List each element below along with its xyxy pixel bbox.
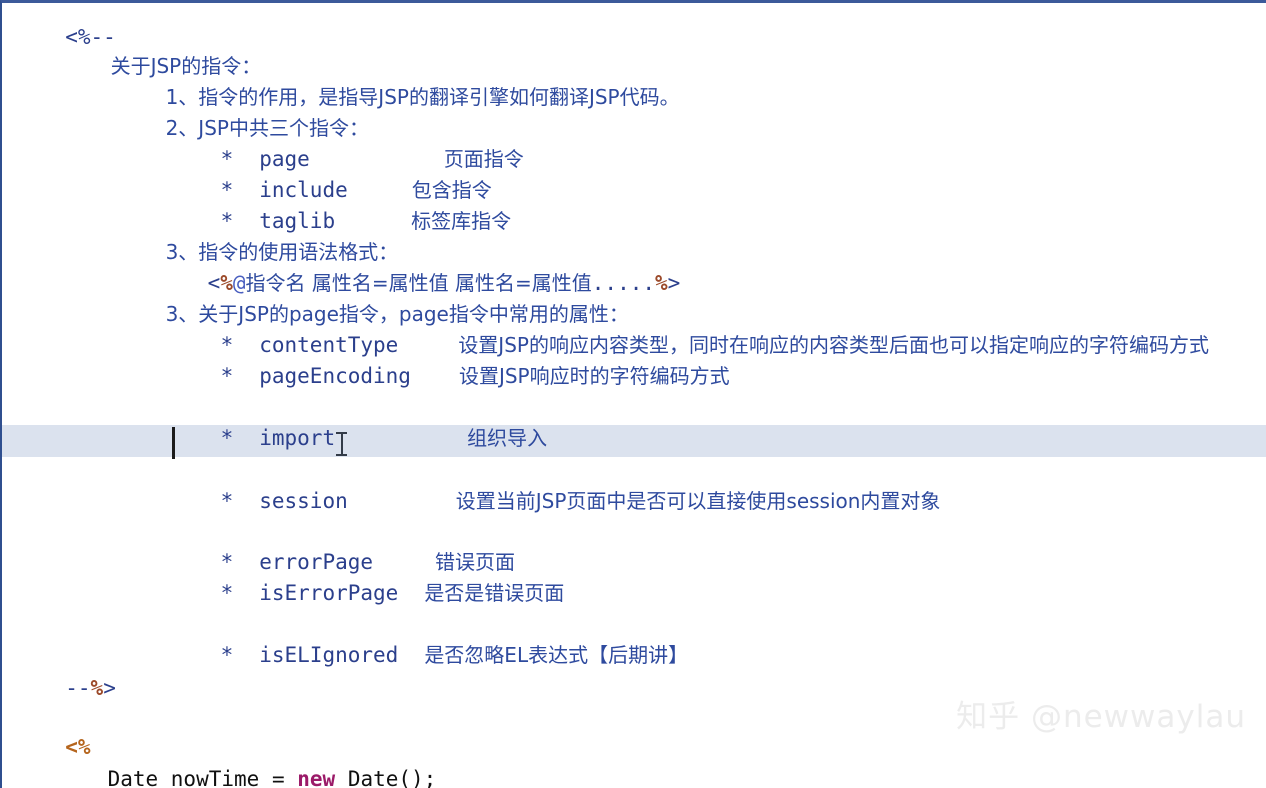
- code-line-syntax-sample[interactable]: <%@指令名 属性名=属性值 属性名=属性值.....%>: [2, 237, 1266, 295]
- code-line-blank[interactable]: [2, 361, 1266, 392]
- code-line-comment-open[interactable]: <%--: [2, 3, 1266, 49]
- ibeam-stem: [341, 434, 343, 454]
- code-line-date-declaration[interactable]: Date nowTime = new Date();: [2, 733, 1266, 788]
- code-line-item-3b[interactable]: 3、关于JSP的page指令，page指令中常用的属性：: [2, 268, 1266, 326]
- code-line-attr-pageencoding[interactable]: * pageEncoding 设置JSP响应时的字符编码方式: [2, 330, 1266, 388]
- code-line-scriptlet-close[interactable]: %>: [2, 763, 1266, 788]
- code-line-title[interactable]: 关于JSP的指令：: [2, 20, 1266, 78]
- code-line-blank[interactable]: [2, 486, 1266, 517]
- code-line-directive-include[interactable]: * include 包含指令: [2, 144, 1266, 202]
- code-line-attr-errorpage[interactable]: * errorPage 错误页面: [2, 516, 1266, 574]
- code-editor-viewport[interactable]: <%-- 关于JSP的指令： 1、指令的作用，是指导JSP的翻译引擎如何翻译JS…: [0, 0, 1266, 788]
- code-line-item-2[interactable]: 2、JSP中共三个指令：: [2, 82, 1266, 140]
- code-line-comment-close[interactable]: --%>: [2, 642, 1266, 700]
- i-beam-text-cursor-icon: [336, 431, 347, 457]
- code-line-directive-taglib[interactable]: * taglib 标签库指令: [2, 175, 1266, 233]
- code-line-item-3[interactable]: 3、指令的使用语法格式：: [2, 206, 1266, 264]
- text-caret: [172, 427, 175, 459]
- code-line-attr-iserrorpage[interactable]: * isErrorPage 是否是错误页面: [2, 547, 1266, 605]
- watermark-text: 知乎 @newwaylau: [956, 699, 1246, 735]
- code-line-attr-iselignored[interactable]: * isELIgnored 是否忽略EL表达式【后期讲】: [2, 609, 1266, 667]
- code-line-item-1[interactable]: 1、指令的作用，是指导JSP的翻译引擎如何翻译JSP代码。: [2, 51, 1266, 109]
- code-line-blank[interactable]: [2, 578, 1266, 609]
- ibeam-bottom-bar: [336, 454, 347, 456]
- code-line-current-blank[interactable]: [2, 424, 1266, 455]
- code-line-attr-session[interactable]: * session 设置当前JSP页面中是否可以直接使用session内置对象: [2, 455, 1266, 513]
- code-line-attr-import[interactable]: * import 组织导入: [2, 392, 1266, 450]
- code-line-directive-page[interactable]: * page 页面指令: [2, 113, 1266, 171]
- code-line-attr-contenttype[interactable]: * contentType 设置JSP的响应内容类型，同时在响应的内容类型后面也可以…: [2, 299, 1266, 357]
